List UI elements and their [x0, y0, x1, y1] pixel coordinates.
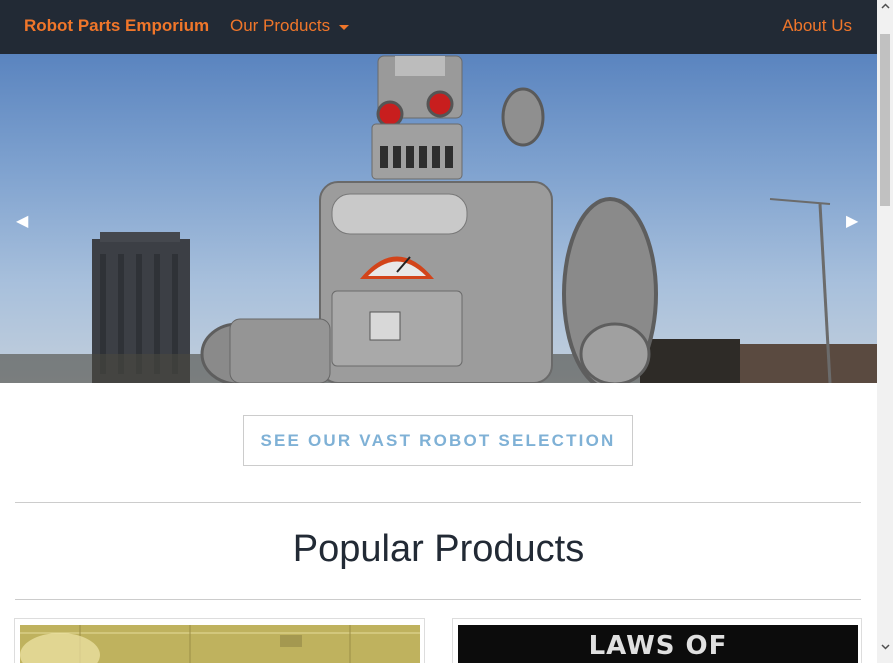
scroll-thumb[interactable] [880, 34, 890, 206]
scroll-up-icon[interactable] [881, 2, 890, 11]
see-robot-selection-button[interactable]: SEE OUR VAST ROBOT SELECTION [243, 415, 633, 466]
product-image[interactable] [20, 625, 420, 663]
chevron-left-icon[interactable]: ◀ [16, 211, 28, 231]
top-navbar: Robot Parts Emporium Our Products About … [0, 0, 877, 54]
robot-hero-image [0, 55, 877, 383]
products-dropdown[interactable]: Our Products [230, 16, 350, 36]
divider [15, 502, 861, 503]
scroll-down-icon[interactable] [881, 642, 890, 651]
caret-down-icon [339, 24, 350, 30]
brand-link[interactable]: Robot Parts Emporium [24, 16, 209, 36]
popular-products-heading: Popular Products [292, 528, 585, 570]
page-scrollbar[interactable] [877, 0, 893, 663]
product-card[interactable] [14, 618, 425, 663]
about-us-link[interactable]: About Us [782, 16, 852, 36]
hero-carousel: ◀ ▶ [0, 54, 877, 383]
product-image-laws-of[interactable]: LAWS OF [458, 625, 858, 663]
product-card[interactable]: LAWS OF [452, 618, 862, 663]
chevron-right-icon[interactable]: ▶ [846, 211, 858, 231]
divider [15, 599, 861, 600]
products-dropdown-label: Our Products [230, 16, 331, 35]
